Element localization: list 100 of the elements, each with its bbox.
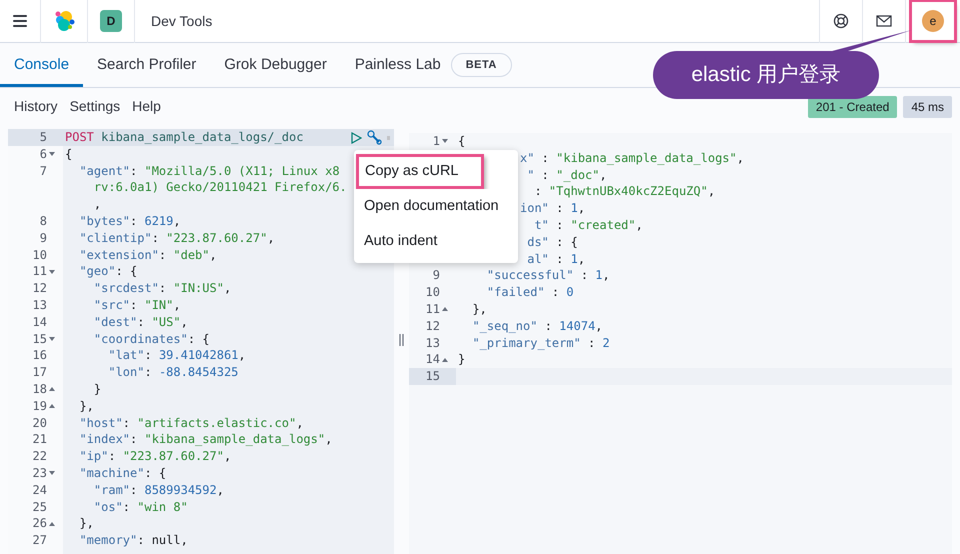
menu-item[interactable]: Copy as cURL [356, 154, 484, 189]
line-number: 25 [32, 498, 47, 516]
code-line: "clientip": "223.87.60.27", [78, 230, 275, 245]
line-number: 6 [40, 146, 47, 163]
line-number: 13 [32, 296, 47, 314]
code-line: "agent": "Mozilla/5.0 (X11; Linux x8 [78, 164, 340, 178]
line-number: 27 [32, 532, 47, 549]
code-line: "failed" : 0 [486, 285, 574, 300]
line-number: 13 [426, 334, 440, 352]
line-number: 11 [426, 300, 440, 318]
code-line: "index": "kibana_sample_data_logs", [78, 432, 332, 446]
code-line: } [92, 382, 102, 396]
code-line: "os": "win 8" [92, 500, 188, 514]
line-number: 12 [32, 280, 47, 297]
line-number: 18 [32, 380, 47, 398]
code-line: { [65, 146, 72, 161]
line-number: 21 [32, 431, 47, 448]
code-line: "bytes": 6219, [78, 214, 181, 228]
code-line: rv:6.0a1) Gecko/20110421 Firefox/6. [92, 180, 347, 194]
line-number: 14 [32, 314, 47, 331]
code-line: "srcdest": "IN:US", [92, 281, 232, 296]
line-number: 15 [426, 368, 440, 385]
line-number: 26 [32, 515, 47, 532]
page-title: Dev Tools [151, 12, 212, 30]
line-number: 10 [32, 246, 47, 264]
fold-icon[interactable] [49, 336, 55, 342]
code-line: "_seq_no" : 14074, [471, 318, 603, 333]
line-number: 16 [32, 347, 47, 364]
code-line: "geo": { [78, 264, 138, 278]
code-line: ion" : 1, [520, 201, 586, 216]
code-line: , [92, 197, 102, 212]
fold-icon[interactable] [49, 403, 55, 410]
code-line: "coordinates": { [92, 332, 210, 346]
code-line: "memory": null, [78, 533, 188, 548]
line-number: 9 [432, 267, 440, 284]
code-line: "dest": "US", [92, 314, 188, 329]
menu-icon[interactable] [12, 13, 28, 29]
menu-item[interactable]: Open documentation [354, 189, 518, 224]
help-icon[interactable] [833, 13, 849, 29]
line-number: 5 [40, 129, 47, 146]
elastic-logo-icon[interactable] [53, 10, 75, 32]
menu-item[interactable]: Auto indent [354, 224, 518, 259]
line-number: 20 [32, 414, 47, 432]
line-number: 7 [40, 162, 47, 180]
time-badge: 45 ms [903, 96, 952, 118]
line-number: 1 [432, 133, 440, 150]
code-line: : "TqhwtnUBx40kcZ2EquZQ", [533, 184, 716, 198]
resize-handle-icon[interactable] [398, 334, 405, 346]
code-line: "lon": -88.8454325 [107, 365, 238, 380]
beta-label: BETA [450, 52, 512, 78]
code-line: "src": "IN", [92, 298, 181, 312]
line-number: 8 [40, 212, 47, 230]
fold-icon[interactable] [49, 470, 55, 476]
line-number: 10 [426, 284, 440, 301]
fold-icon[interactable] [49, 151, 55, 158]
menu-link[interactable]: Settings [70, 96, 120, 117]
code-line: "lat": 39.41042861, [107, 348, 246, 362]
code-line: "extension": "deb", [78, 248, 217, 262]
fold-icon[interactable] [442, 306, 448, 312]
line-number: 23 [32, 464, 47, 482]
code-line: "machine": { [78, 466, 166, 480]
user-avatar[interactable]: e [922, 10, 944, 32]
menu-link[interactable]: History [14, 96, 58, 117]
line-number: 19 [32, 398, 47, 415]
code-line: "successful" : 1, [486, 268, 610, 282]
code-line: ds" : { [526, 234, 578, 249]
line-number: 22 [32, 448, 47, 465]
mail-icon[interactable] [876, 13, 892, 29]
line-number: 12 [426, 318, 440, 335]
code-line: { [458, 134, 466, 148]
wrench-icon[interactable] [367, 130, 382, 145]
code-line: }, [471, 302, 487, 316]
code-line: }, [78, 516, 94, 530]
fold-icon[interactable] [49, 520, 55, 527]
code-line: x" : "kibana_sample_data_logs", [520, 150, 744, 165]
code-line: }, [78, 398, 94, 413]
menu-link[interactable]: Help [132, 96, 161, 117]
code-line: "_primary_term" : 2 [471, 336, 610, 350]
code-line: } [458, 352, 466, 366]
drag-handle-icon[interactable] [387, 136, 390, 140]
line-number: 9 [40, 230, 47, 247]
code-line: "ip": "223.87.60.27", [78, 449, 232, 464]
fold-icon[interactable] [49, 386, 55, 392]
code-line: "ram": 8589934592, [92, 482, 224, 497]
tab[interactable]: Grok Debugger [210, 43, 341, 87]
space-avatar[interactable]: D [100, 10, 122, 32]
code-line: " : "_doc", [526, 168, 607, 182]
code-line: t" : "created", [533, 218, 643, 232]
line-number: 11 [32, 263, 47, 280]
code-line: al" : 1, [526, 252, 586, 266]
line-number: 17 [32, 364, 47, 381]
play-icon[interactable] [351, 132, 362, 144]
fold-icon[interactable] [442, 356, 448, 363]
code-line: "host": "artifacts.elastic.co", [78, 416, 304, 430]
tab[interactable]: Search Profiler [83, 43, 210, 87]
callout-label: elastic 用户登录 [653, 51, 879, 99]
fold-icon[interactable] [49, 268, 55, 275]
fold-icon[interactable] [442, 138, 448, 144]
line-number: 24 [32, 482, 47, 499]
code-line: POST kibana_sample_data_logs/_doc [65, 130, 304, 144]
